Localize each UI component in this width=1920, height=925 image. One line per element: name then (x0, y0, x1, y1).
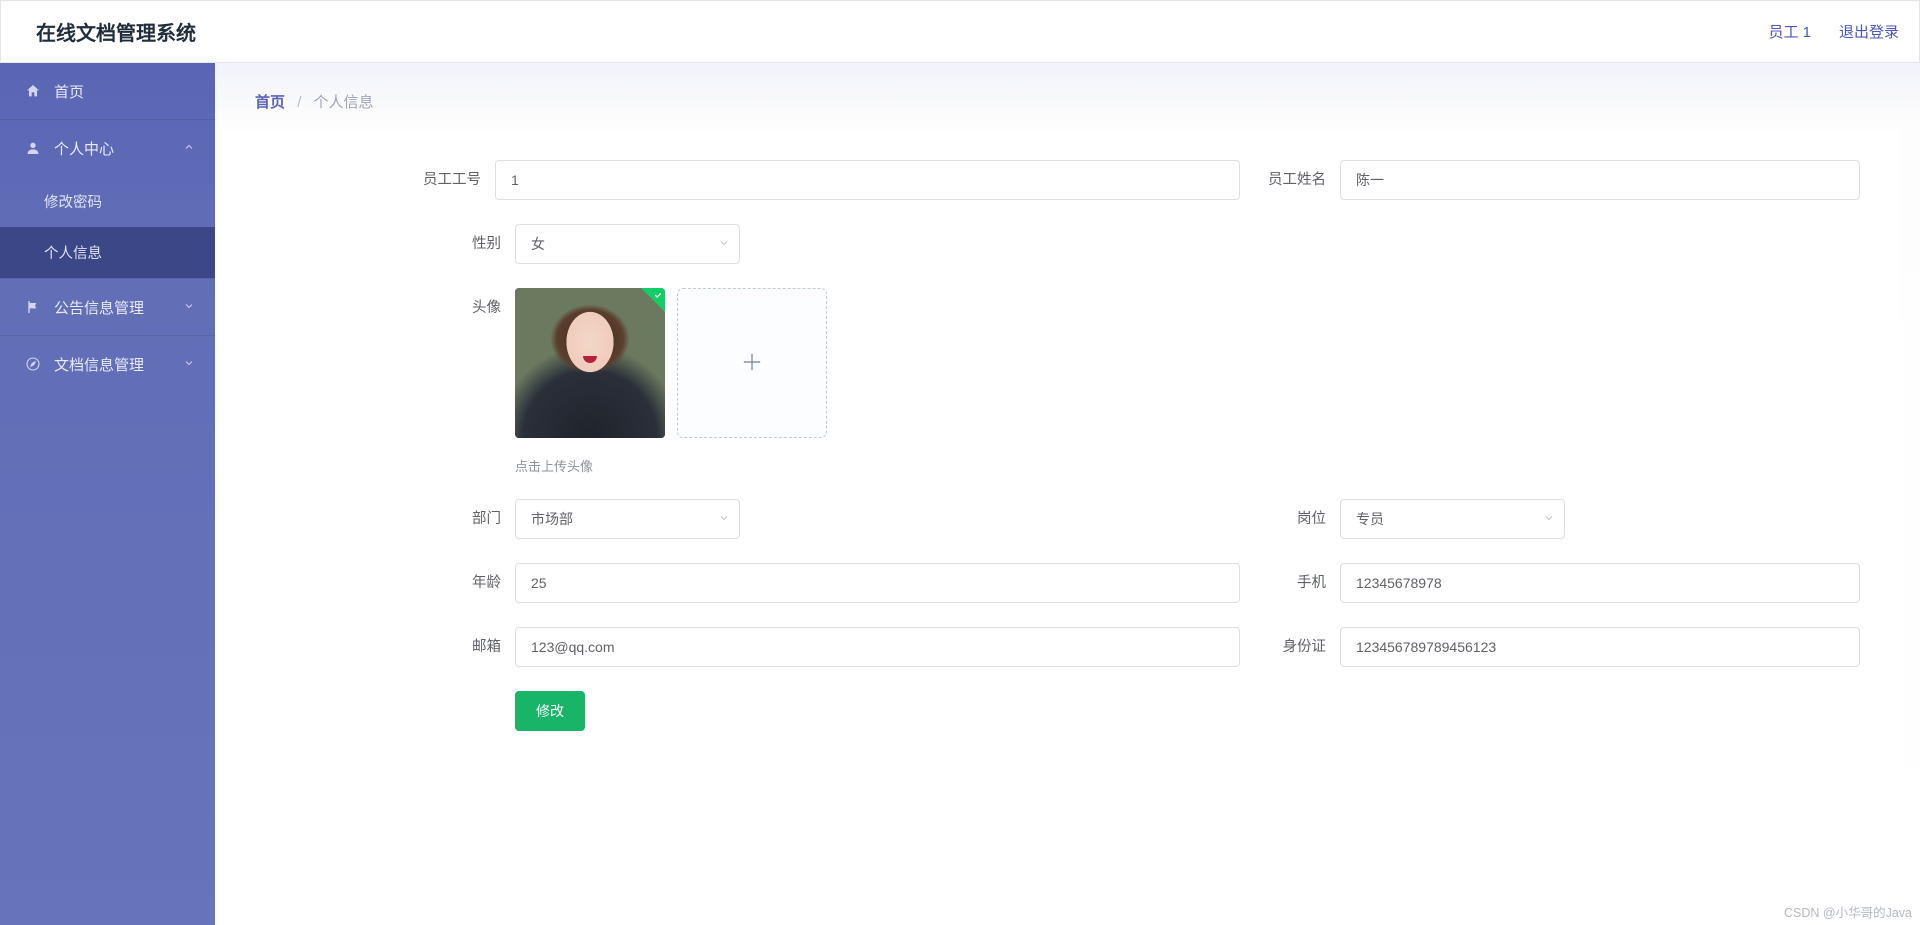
breadcrumb: 首页 / 个人信息 (215, 63, 1920, 130)
chevron-up-icon (183, 140, 195, 157)
compass-icon (24, 355, 42, 373)
label-idcard: 身份证 (1240, 627, 1340, 667)
chevron-down-icon (183, 299, 195, 316)
nav-doc[interactable]: 文档信息管理 (0, 336, 215, 392)
avatar-tip: 点击上传头像 (515, 456, 1240, 475)
label-mobile: 手机 (1240, 563, 1340, 603)
nav-notice[interactable]: 公告信息管理 (0, 279, 215, 335)
nav-personal[interactable]: 个人中心 (0, 120, 215, 176)
submit-button[interactable]: 修改 (515, 691, 585, 731)
nav-home-label: 首页 (54, 81, 84, 102)
nav-doc-label: 文档信息管理 (54, 354, 144, 375)
profile-form: 员工工号 员工姓名 性别 女 (215, 130, 1900, 795)
user-icon (24, 139, 42, 157)
chevron-down-icon (183, 356, 195, 373)
logout-link[interactable]: 退出登录 (1839, 21, 1899, 42)
nav-profile-label: 个人信息 (44, 242, 102, 263)
avatar-success-badge (641, 288, 665, 312)
app-title: 在线文档管理系统 (36, 17, 196, 46)
age-input[interactable] (515, 563, 1240, 603)
nav-notice-label: 公告信息管理 (54, 297, 144, 318)
nav-personal-label: 个人中心 (54, 138, 114, 159)
breadcrumb-home[interactable]: 首页 (255, 94, 285, 111)
label-emp-no: 员工工号 (395, 160, 495, 200)
mobile-input[interactable] (1340, 563, 1860, 603)
label-dept: 部门 (395, 499, 515, 539)
header: 在线文档管理系统 员工 1 退出登录 (0, 0, 1920, 63)
avatar-thumbnail[interactable] (515, 288, 665, 438)
breadcrumb-sep: / (297, 94, 301, 111)
post-select[interactable]: 专员 (1340, 499, 1565, 539)
nav-profile[interactable]: 个人信息 (0, 227, 215, 278)
emp-name-input[interactable] (1340, 160, 1860, 200)
label-gender: 性别 (395, 224, 515, 264)
nav-home[interactable]: 首页 (0, 63, 215, 119)
email-input[interactable] (515, 627, 1240, 667)
plus-icon (738, 348, 766, 379)
label-email: 邮箱 (395, 627, 515, 667)
breadcrumb-current: 个人信息 (314, 94, 374, 111)
label-avatar: 头像 (395, 288, 515, 328)
label-age: 年龄 (395, 563, 515, 603)
header-right: 员工 1 退出登录 (1768, 21, 1899, 42)
flag-icon (24, 298, 42, 316)
nav-change-password-label: 修改密码 (44, 191, 102, 212)
idcard-input[interactable] (1340, 627, 1860, 667)
dept-select[interactable]: 市场部 (515, 499, 740, 539)
main: 首页 / 个人信息 员工工号 员工姓名 性别 (215, 63, 1920, 925)
current-user[interactable]: 员工 1 (1768, 21, 1811, 42)
gender-select[interactable]: 女 (515, 224, 740, 264)
label-post: 岗位 (1240, 499, 1340, 539)
home-icon (24, 82, 42, 100)
label-emp-name: 员工姓名 (1240, 160, 1340, 200)
nav-change-password[interactable]: 修改密码 (0, 176, 215, 227)
emp-no-input[interactable] (495, 160, 1240, 200)
sidebar: 首页 个人中心 修改密码 个人信息 (0, 63, 215, 925)
avatar-upload-add[interactable] (677, 288, 827, 438)
